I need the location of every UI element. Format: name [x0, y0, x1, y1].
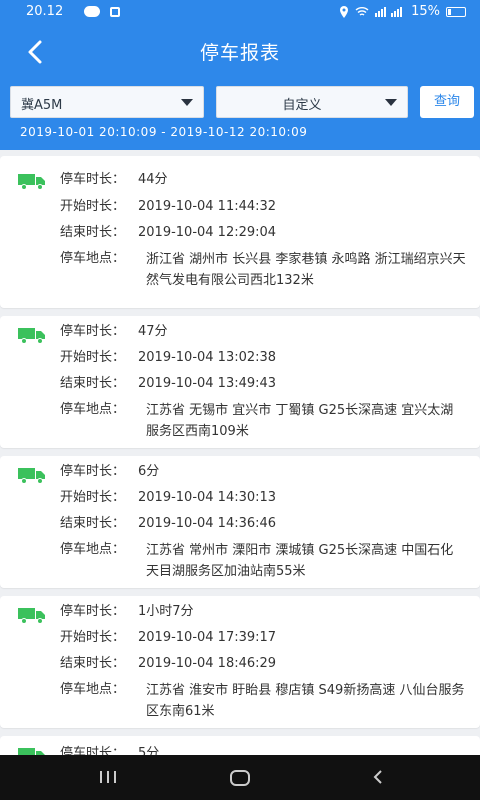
duration-label: 停车时长： [60, 746, 126, 755]
start-row: 开始时长： 2019-10-04 11:44:32 [60, 197, 276, 217]
start-value: 2019-10-04 17:39:17 [138, 630, 277, 645]
vehicle-select[interactable]: 冀A5M [10, 86, 204, 118]
duration-row: 停车时长： 6分 [60, 462, 159, 482]
truck-icon [18, 174, 45, 190]
chat-icon [84, 6, 100, 17]
end-row: 结束时长： 2019-10-04 14:36:46 [60, 514, 276, 534]
start-row: 开始时长： 2019-10-04 17:39:17 [60, 628, 276, 648]
parking-record-card[interactable]: 停车时长： 1小时7分 开始时长： 2019-10-04 17:39:17 结束时长… [0, 596, 480, 728]
start-row: 开始时长： 2019-10-04 14:30:13 [60, 488, 276, 508]
vehicle-select-value: 冀A5M [21, 98, 63, 113]
status-indicators: 15% [339, 4, 466, 19]
location-value: 江苏省 淮安市 盱眙县 穆店镇 S49新扬高速 八仙台服务区东南61米 [146, 683, 465, 719]
location-value: 江苏省 常州市 溧阳市 溧城镇 G25长深高速 中国石化天目湖服务区加油站南55… [146, 543, 454, 579]
start-value: 2019-10-04 14:30:13 [138, 490, 277, 505]
start-row: 开始时长： 2019-10-04 13:02:38 [60, 348, 276, 368]
duration-label: 停车时长： [60, 324, 126, 339]
battery-icon [446, 6, 466, 17]
end-row: 结束时长： 2019-10-04 13:49:43 [60, 374, 276, 394]
notification-icon [110, 7, 120, 17]
period-select[interactable]: 自定义 [216, 86, 408, 118]
home-icon[interactable] [230, 770, 250, 786]
end-value: 2019-10-04 12:29:04 [138, 225, 277, 240]
location-icon [340, 5, 349, 18]
date-range: 2019-10-01 20:10:09 - 2019-10-12 20:10:0… [20, 125, 308, 139]
parking-record-card[interactable]: 停车时长： 5分 [0, 736, 480, 755]
start-label: 开始时长： [60, 490, 126, 505]
end-label: 结束时长： [60, 225, 126, 240]
start-label: 开始时长： [60, 199, 126, 214]
duration-row: 停车时长： 44分 [60, 170, 168, 190]
app-header: 20.12 15% 停车报表 冀A5M 自定义 查询 2019-10-01 20… [0, 0, 480, 150]
start-label: 开始时长： [60, 630, 126, 645]
system-nav-bar [0, 755, 480, 800]
end-value: 2019-10-04 18:46:29 [138, 656, 277, 671]
location-label: 停车地点： [60, 682, 126, 697]
nav-bar: 停车报表 [0, 24, 480, 80]
duration-label: 停车时长： [60, 172, 126, 187]
duration-row: 停车时长： 1小时7分 [60, 602, 194, 622]
battery-percent: 15% [411, 4, 440, 19]
duration-value: 1小时7分 [138, 604, 194, 619]
parking-record-card[interactable]: 停车时长： 6分 开始时长： 2019-10-04 14:30:13 结束时长： 20… [0, 456, 480, 588]
location-row: 停车地点： [60, 540, 138, 560]
duration-value: 6分 [138, 464, 160, 479]
duration-row: 停车时长： 5分 [60, 744, 159, 755]
page-title: 停车报表 [199, 42, 280, 64]
truck-icon [18, 468, 45, 484]
duration-value: 47分 [138, 324, 168, 339]
wifi-icon [355, 6, 369, 16]
duration-label: 停车时长： [60, 464, 126, 479]
parking-record-card[interactable]: 停车时长： 47分 开始时长： 2019-10-04 13:02:38 结束时长： 2… [0, 316, 480, 448]
query-button[interactable]: 查询 [420, 86, 474, 118]
location-label: 停车地点： [60, 542, 126, 557]
truck-icon [18, 328, 45, 344]
location-label: 停车地点： [60, 402, 126, 417]
parking-record-list[interactable]: 停车时长： 44分 开始时长： 2019-10-04 11:44:32 结束时长： 2… [0, 150, 480, 755]
start-label: 开始时长： [60, 350, 126, 365]
signal-icon [375, 6, 403, 17]
chevron-down-icon [181, 99, 193, 106]
status-bar: 20.12 15% [0, 0, 480, 24]
start-value: 2019-10-04 11:44:32 [138, 199, 277, 214]
duration-value: 44分 [138, 172, 168, 187]
location-row: 停车地点： [60, 400, 138, 420]
truck-icon [18, 748, 45, 755]
end-value: 2019-10-04 14:36:46 [138, 516, 277, 531]
location-row: 停车地点： [60, 680, 138, 700]
location-label: 停车地点： [60, 251, 126, 266]
parking-record-card[interactable]: 停车时长： 44分 开始时长： 2019-10-04 11:44:32 结束时长： 2… [0, 156, 480, 308]
end-label: 结束时长： [60, 376, 126, 391]
recent-apps-icon[interactable] [100, 771, 116, 783]
truck-icon [18, 608, 45, 624]
location-value: 浙江省 湖州市 长兴县 李家巷镇 永鸣路 浙江瑞绍京兴天然气发电有限公司西北13… [146, 252, 466, 288]
end-value: 2019-10-04 13:49:43 [138, 376, 277, 391]
back-icon[interactable] [370, 769, 386, 785]
duration-label: 停车时长： [60, 604, 126, 619]
chevron-down-icon [385, 99, 397, 106]
duration-row: 停车时长： 47分 [60, 322, 168, 342]
period-select-value: 自定义 [282, 98, 322, 113]
start-value: 2019-10-04 13:02:38 [138, 350, 277, 365]
location-value: 江苏省 无锡市 宜兴市 丁蜀镇 G25长深高速 宜兴太湖服务区西南109米 [146, 403, 454, 439]
end-label: 结束时长： [60, 516, 126, 531]
filter-bar: 冀A5M 自定义 [0, 86, 480, 120]
end-row: 结束时长： 2019-10-04 12:29:04 [60, 223, 276, 243]
status-time: 20.12 [26, 4, 64, 19]
end-row: 结束时长： 2019-10-04 18:46:29 [60, 654, 276, 674]
end-label: 结束时长： [60, 656, 126, 671]
duration-value: 5分 [138, 746, 160, 755]
location-row: 停车地点： [60, 249, 138, 269]
